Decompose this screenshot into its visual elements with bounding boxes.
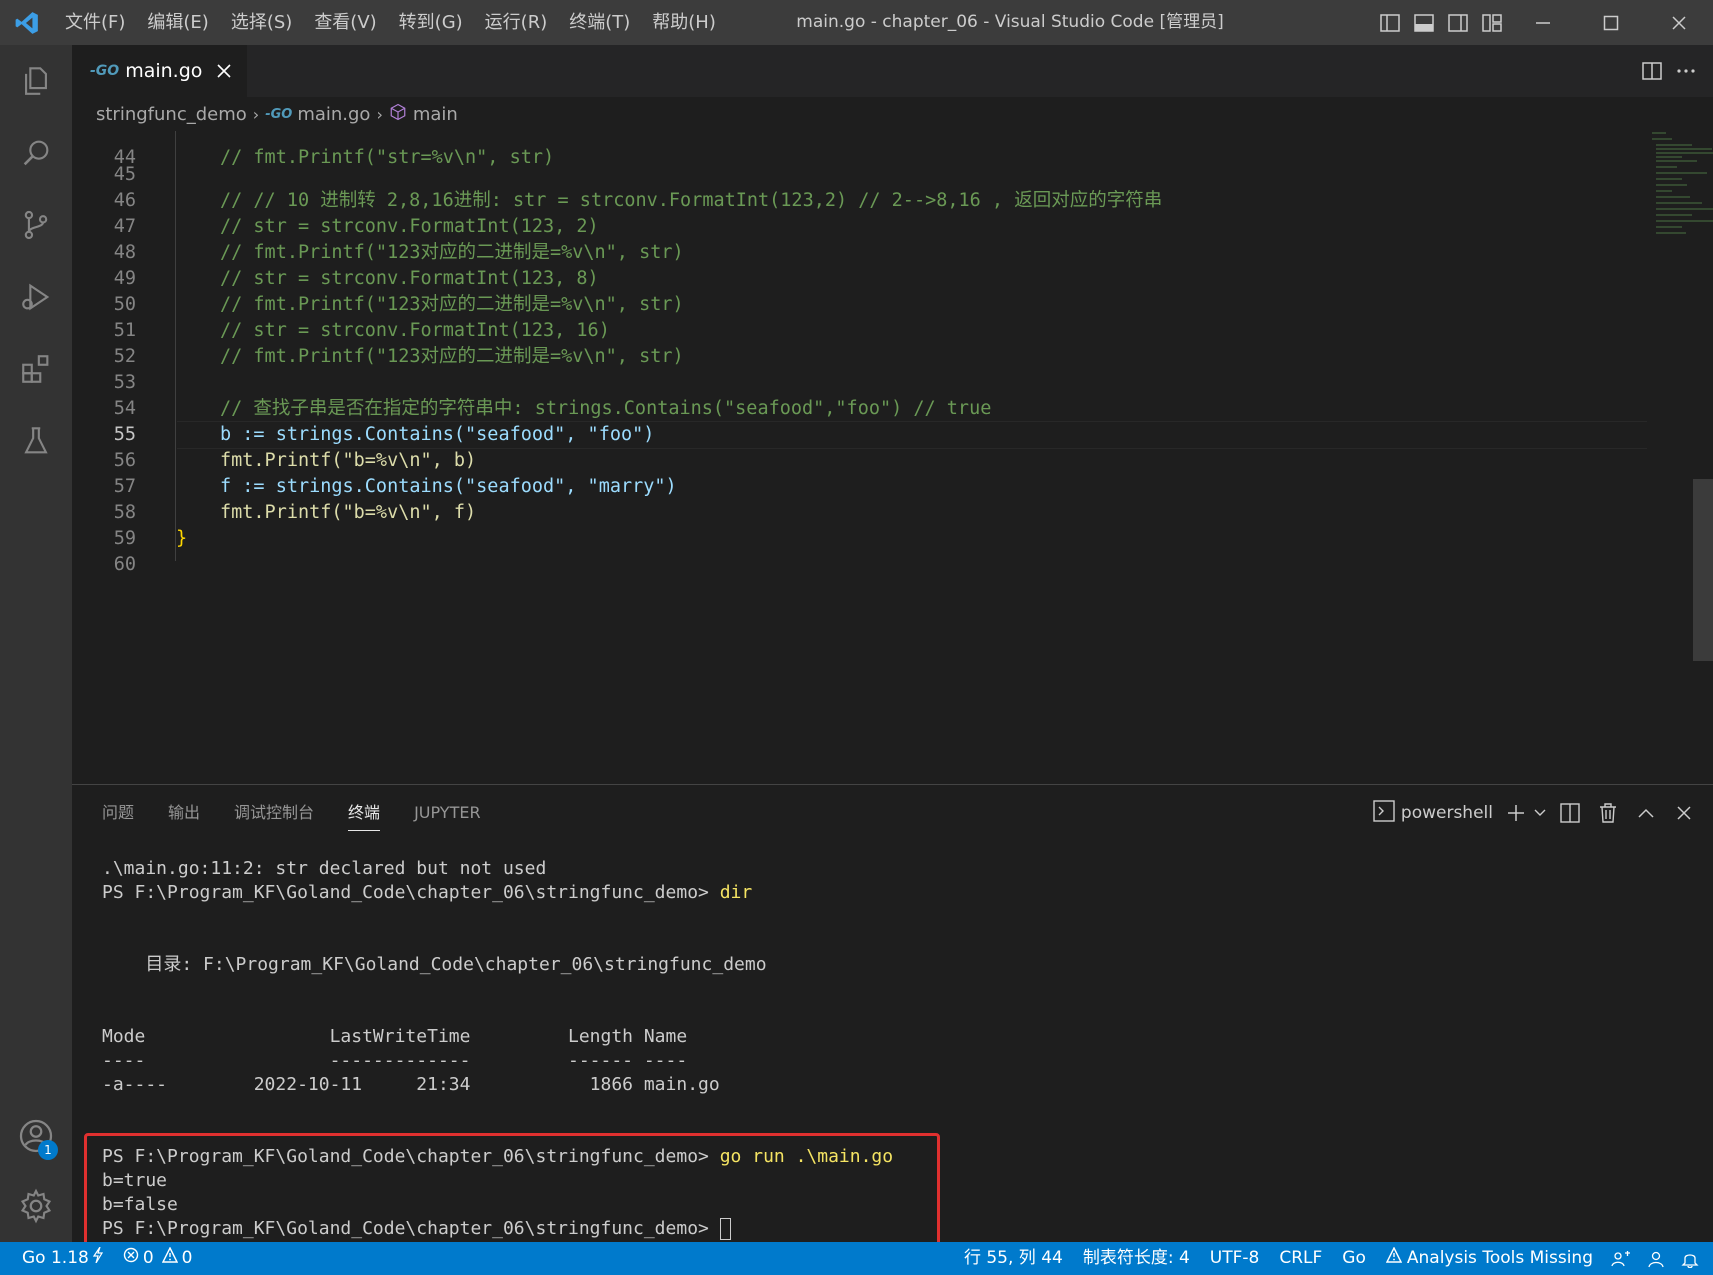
menu-file[interactable]: 文件(F) — [54, 0, 136, 45]
menu-view[interactable]: 查看(V) — [303, 0, 387, 45]
terminal-line: -a---- 2022-10-11 21:34 1866 main.go — [102, 1074, 720, 1095]
activity-bar: 1 — [0, 45, 72, 1242]
explorer-icon[interactable] — [0, 45, 72, 117]
window-title: main.go - chapter_06 - Visual Studio Cod… — [796, 12, 1224, 32]
editor-tabs-bar: -GO main.go — [72, 45, 1713, 97]
go-version[interactable]: Go 1.18 — [0, 1242, 113, 1275]
vscode-logo-icon — [0, 0, 54, 45]
end-of-line[interactable]: CRLF — [1269, 1242, 1332, 1275]
code-line: 49// str = strconv.FormatInt(123, 8) — [113, 267, 599, 289]
close-window-icon[interactable] — [1645, 0, 1713, 45]
tab-jupyter[interactable]: JUPYTER — [414, 785, 481, 841]
close-panel-icon[interactable] — [1665, 785, 1703, 841]
code-line: 50// fmt.Printf("123对应的二进制是=%v\n", str) — [113, 293, 684, 315]
terminal-line: Mode LastWriteTime Length Name — [102, 1026, 688, 1047]
problems-status[interactable]: 0 0 — [113, 1242, 203, 1275]
terminal-line: PS F:\Program_KF\Goland_Code\chapter_06\… — [102, 882, 753, 903]
tab-problems[interactable]: 问题 — [102, 785, 134, 841]
menu-edit[interactable]: 编辑(E) — [136, 0, 219, 45]
warning-icon — [161, 1242, 178, 1275]
terminal-line: .\main.go:11:2: str declared but not use… — [102, 858, 547, 879]
code-line: 58 fmt.Printf("b=%v\n", f) — [113, 501, 477, 523]
tab-output[interactable]: 输出 — [168, 785, 200, 841]
notifications-bell-icon[interactable] — [1673, 1242, 1713, 1275]
toggle-panel-icon[interactable] — [1407, 0, 1441, 45]
code-line: 53 — [113, 371, 136, 393]
trash-icon[interactable] — [1589, 785, 1627, 841]
maximize-panel-icon[interactable] — [1627, 785, 1665, 841]
code-line: 47// str = strconv.FormatInt(123, 2) — [113, 215, 599, 237]
terminal-line: ---- ------------- ------ ---- — [102, 1050, 688, 1071]
error-icon — [123, 1242, 139, 1275]
new-terminal-icon[interactable] — [1503, 785, 1529, 841]
code-line: 59} — [113, 527, 188, 549]
terminal-icon — [1373, 800, 1395, 826]
menu-terminal[interactable]: 终端(T) — [558, 0, 641, 45]
tab-label: main.go — [125, 60, 203, 82]
source-control-icon[interactable] — [0, 189, 72, 261]
terminal-name[interactable]: powershell — [1401, 803, 1493, 823]
menu-bar: 文件(F) 编辑(E) 选择(S) 查看(V) 转到(G) 运行(R) 终端(T… — [54, 0, 727, 45]
symbol-function-icon — [389, 103, 407, 126]
panel-tabs: 问题 输出 调试控制台 终端 JUPYTER — [72, 785, 515, 841]
maximize-icon[interactable] — [1577, 0, 1645, 45]
menu-help[interactable]: 帮助(H) — [641, 0, 727, 45]
more-actions-icon[interactable] — [1669, 49, 1703, 94]
language-mode[interactable]: Go — [1332, 1242, 1376, 1275]
toggle-secondary-sidebar-icon[interactable] — [1441, 0, 1475, 45]
extensions-icon[interactable] — [0, 333, 72, 405]
run-debug-icon[interactable] — [0, 261, 72, 333]
encoding[interactable]: UTF-8 — [1200, 1242, 1270, 1275]
close-tab-icon[interactable] — [211, 58, 237, 84]
cursor-position[interactable]: 行 55, 列 44 — [954, 1242, 1073, 1275]
tab-terminal[interactable]: 终端 — [348, 785, 381, 841]
code-line-active: 55 b := strings.Contains("seafood", "foo"… — [113, 423, 655, 445]
menu-selection[interactable]: 选择(S) — [220, 0, 303, 45]
code-line: 52// fmt.Printf("123对应的二进制是=%v\n", str) — [113, 345, 684, 367]
breadcrumb-symbol[interactable]: main — [413, 104, 458, 125]
menu-run[interactable]: 运行(R) — [474, 0, 559, 45]
toggle-sidebar-icon[interactable] — [1373, 0, 1407, 45]
tab-main-go[interactable]: -GO main.go — [72, 45, 247, 97]
code-line: 57 f := strings.Contains("seafood", "marr… — [113, 475, 677, 497]
chevron-right-icon: › — [376, 104, 383, 124]
code-line: 54// 查找子串是否在指定的字符串中: strings.Contains("s… — [113, 397, 992, 419]
code-editor[interactable]: 44// fmt.Printf("str=%v\n", str) 45 46//… — [72, 131, 1713, 784]
code-line: 51// str = strconv.FormatInt(123, 16) — [113, 319, 610, 341]
search-icon[interactable] — [0, 117, 72, 189]
accounts-status-icon[interactable] — [1639, 1242, 1673, 1275]
settings-gear-icon[interactable] — [0, 1170, 72, 1242]
warning-icon — [1385, 1242, 1403, 1275]
feedback-icon[interactable] — [1603, 1242, 1639, 1275]
breadcrumb-file[interactable]: main.go — [297, 104, 370, 125]
code-line: 48// fmt.Printf("123对应的二进制是=%v\n", str) — [113, 241, 684, 263]
breadcrumb-folder[interactable]: stringfunc_demo — [96, 104, 247, 125]
code-line: 60 — [113, 553, 136, 575]
go-file-icon: -GO — [265, 106, 293, 122]
terminal-line: 目录: F:\Program_KF\Goland_Code\chapter_06… — [102, 954, 767, 975]
code-line: 46// // 10 进制转 2,8,16进制: str = strconv.F… — [113, 189, 1163, 211]
code-line: 45 — [113, 163, 136, 185]
tab-debug-console[interactable]: 调试控制台 — [234, 785, 314, 841]
go-file-icon: -GO — [90, 63, 120, 79]
minimap[interactable] — [1652, 131, 1713, 261]
editor-scrollbar[interactable] — [1693, 479, 1713, 661]
breadcrumb: stringfunc_demo › -GO main.go › main — [72, 97, 1713, 131]
status-bar: Go 1.18 0 0 行 55, 列 44 制表符长度: 4 UTF-8 CR… — [0, 1242, 1713, 1275]
code-line: 56 fmt.Printf("b=%v\n", b) — [113, 449, 477, 471]
accounts-badge: 1 — [38, 1140, 58, 1160]
split-editor-icon[interactable] — [1635, 49, 1669, 94]
chevron-right-icon: › — [252, 104, 260, 124]
chevron-down-icon[interactable] — [1529, 785, 1551, 841]
analysis-tools-status[interactable]: Analysis Tools Missing — [1376, 1242, 1603, 1275]
menu-go[interactable]: 转到(G) — [388, 0, 474, 45]
accounts-icon[interactable]: 1 — [0, 1100, 72, 1172]
split-terminal-icon[interactable] — [1551, 785, 1589, 841]
minimize-icon[interactable] — [1509, 0, 1577, 45]
title-bar: 文件(F) 编辑(E) 选择(S) 查看(V) 转到(G) 运行(R) 终端(T… — [0, 0, 1713, 45]
testing-icon[interactable] — [0, 405, 72, 477]
customize-layout-icon[interactable] — [1475, 0, 1509, 45]
indentation[interactable]: 制表符长度: 4 — [1073, 1242, 1200, 1275]
lightning-icon — [92, 1242, 103, 1275]
